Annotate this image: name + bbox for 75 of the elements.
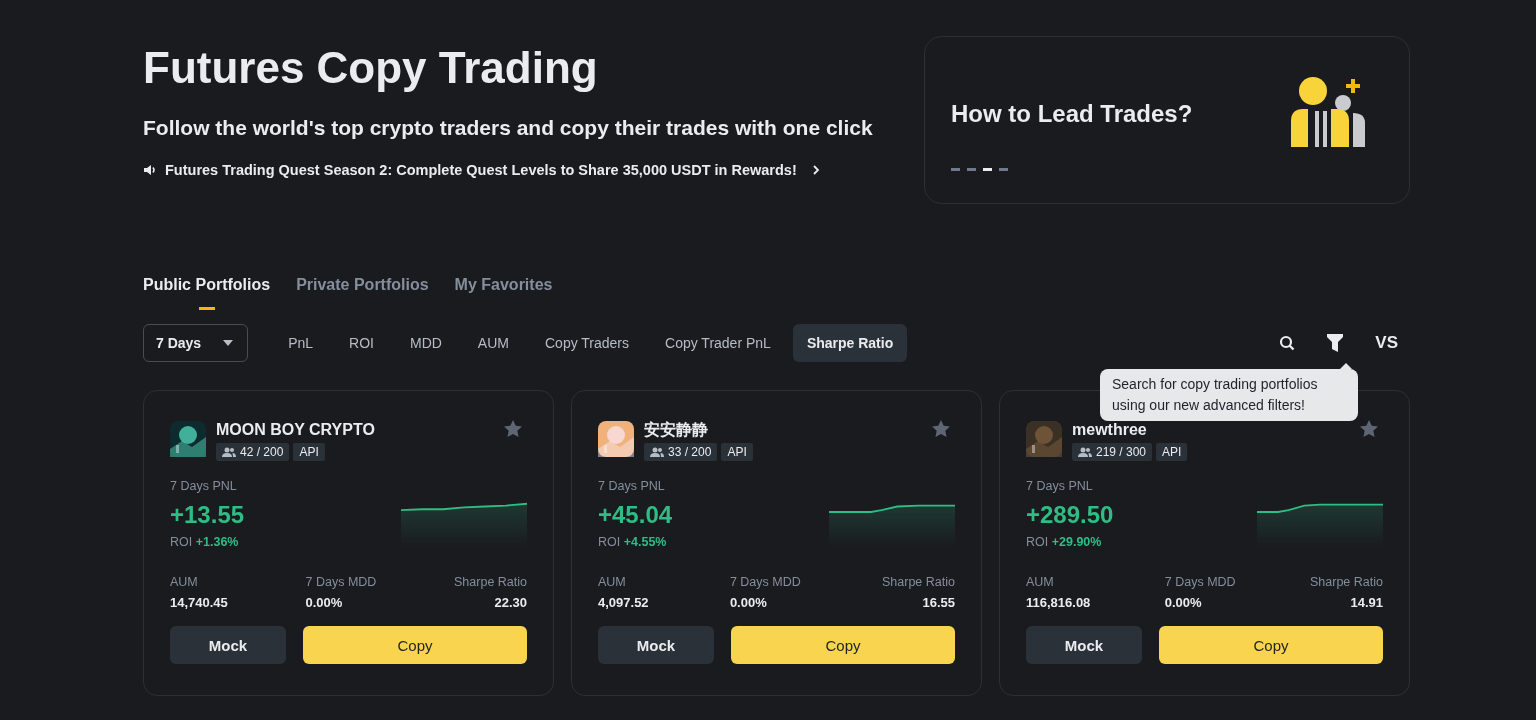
roi-value: +4.55% [623, 535, 667, 549]
sort-option[interactable]: PnL [274, 324, 328, 362]
pnl-label: 7 Days PNL [170, 479, 238, 493]
sort-option[interactable]: Copy Traders [531, 324, 644, 362]
roi-label: ROI [170, 535, 193, 549]
portfolio-tab[interactable]: Public Portfolios [143, 276, 271, 310]
star-icon[interactable] [1359, 419, 1379, 439]
copy-button[interactable]: Copy [731, 626, 955, 664]
page-title: Futures Copy Trading [143, 42, 599, 94]
api-tag: API [721, 443, 753, 461]
pnl-label: 7 Days PNL [598, 479, 666, 493]
pnl-label: 7 Days PNL [1026, 479, 1094, 493]
stat-label: 7 Days MDD [729, 575, 801, 589]
stat-label: Sharpe Ratio [882, 575, 955, 589]
tooltip-pointer [1340, 363, 1352, 369]
sort-option[interactable]: ROI [335, 324, 388, 362]
followers-tag: 219 / 300 [1072, 443, 1153, 461]
stat-label: 7 Days MDD [1164, 575, 1236, 589]
roi-value: +1.36% [195, 535, 239, 549]
stat-label: Sharpe Ratio [1310, 575, 1383, 589]
stat-value: 0.00% [305, 595, 344, 610]
stat-value: 14,740.45 [170, 595, 228, 610]
pnl-value: +289.50 [1026, 501, 1114, 529]
page-subtitle: Follow the world's top crypto traders and copy their trades with one click [143, 116, 873, 140]
promo-title: How to Lead Trades? [951, 99, 1193, 128]
period-dropdown[interactable]: 7 Days [143, 324, 249, 362]
users-icon [1078, 447, 1092, 457]
stat-value: 4,097.52 [598, 595, 649, 610]
stat-label: 7 Days MDD [305, 575, 377, 589]
api-tag: API [1156, 443, 1188, 461]
pnl-value: +13.55 [170, 501, 245, 529]
copy-button[interactable]: Copy [1159, 626, 1383, 664]
speaker-icon [143, 163, 157, 177]
announcement-link[interactable]: Futures Trading Quest Season 2: Complete Quest Levels to Share 35,000 USDT in Rewards! [143, 162, 873, 178]
roi-label: ROI [598, 535, 621, 549]
filter-icon[interactable] [1327, 334, 1344, 352]
portfolio-tab[interactable]: My Favorites [454, 276, 553, 310]
mock-button[interactable]: Mock [170, 626, 286, 664]
trader-name[interactable]: 安安静静 [644, 419, 921, 441]
copy-button[interactable]: Copy [303, 626, 527, 664]
stat-value: 116,816.08 [1026, 595, 1091, 610]
sort-option[interactable]: Copy Trader PnL [651, 324, 785, 362]
promo-card[interactable]: How to Lead Trades? [924, 36, 1410, 204]
filter-tooltip: Search for copy trading portfolios using our new advanced filters! [1100, 369, 1358, 421]
stat-value: 16.55 [921, 595, 955, 610]
roi-value: +29.90% [1051, 535, 1102, 549]
sort-option[interactable]: Sharpe Ratio [792, 324, 908, 362]
caret-icon [223, 340, 234, 346]
pnl-value: +45.04 [598, 501, 673, 529]
stat-value: 0.00% [729, 595, 768, 610]
stat-label: Sharpe Ratio [454, 575, 527, 589]
users-icon [650, 447, 664, 457]
search-icon[interactable] [1279, 335, 1296, 351]
sort-option[interactable]: MDD [395, 324, 456, 362]
stat-label: AUM [1026, 575, 1055, 589]
stat-value: 14.91 [1349, 595, 1383, 610]
stat-label: AUM [598, 575, 627, 589]
portfolio-tab[interactable]: Private Portfolios [296, 276, 429, 310]
stat-value: 0.00% [1164, 595, 1203, 610]
star-icon[interactable] [931, 419, 951, 439]
compare-button[interactable]: VS [1375, 333, 1398, 353]
trader-name[interactable]: MOON BOY CRYPTO [216, 419, 493, 441]
roi-label: ROI [1026, 535, 1049, 549]
mock-button[interactable]: Mock [1026, 626, 1142, 664]
star-icon[interactable] [503, 419, 523, 439]
trader-name[interactable]: mewthree [1072, 419, 1349, 441]
stat-value: 22.30 [493, 595, 527, 610]
followers-tag: 33 / 200 [644, 443, 718, 461]
sort-option[interactable]: AUM [463, 324, 523, 362]
stat-label: AUM [170, 575, 199, 589]
api-tag: API [293, 443, 325, 461]
mock-button[interactable]: Mock [598, 626, 714, 664]
followers-tag: 42 / 200 [216, 443, 290, 461]
users-icon [222, 447, 236, 457]
chevron-right-icon [810, 165, 821, 175]
